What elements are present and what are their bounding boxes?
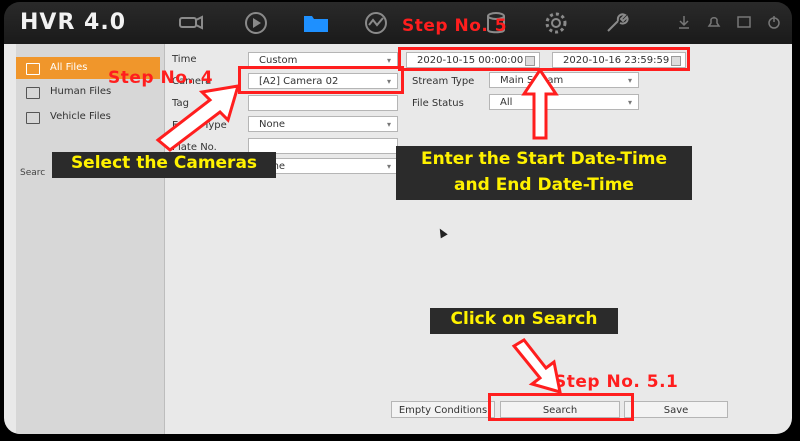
camera-icon[interactable]: [176, 10, 204, 36]
chevron-down-icon: ▾: [627, 98, 632, 107]
time-label: Time: [172, 54, 197, 65]
sidebar-item-vehicle-files[interactable]: Vehicle Files: [16, 106, 160, 128]
system-icons: [676, 14, 782, 34]
chart-icon[interactable]: [362, 10, 390, 36]
chevron-down-icon: ▾: [386, 162, 391, 171]
save-button[interactable]: Save: [624, 401, 728, 418]
power-icon[interactable]: [766, 14, 782, 30]
folder-icon: [26, 63, 40, 75]
file-status-label: File Status: [412, 98, 464, 109]
file-status-select[interactable]: All ▾: [489, 94, 639, 110]
human-file-icon: [26, 87, 40, 99]
video-frame: HVR 4.0 All Files Human Files Vehicle Fi…: [0, 0, 800, 441]
arrow-to-camera-icon: [155, 84, 241, 152]
step5-annotation: Step No. 5: [402, 16, 508, 36]
enter-dates-callout: Enter the Start Date-Time and End Date-T…: [396, 146, 692, 200]
wrench-icon[interactable]: [602, 10, 630, 36]
gear-icon[interactable]: [542, 10, 570, 36]
download-icon[interactable]: [676, 14, 692, 30]
select-cameras-callout: Select the Cameras: [52, 152, 276, 178]
sidebar-search-label: Searc: [20, 168, 46, 178]
click-search-callout: Click on Search: [430, 308, 618, 334]
camera-highlight-box: [238, 66, 404, 94]
top-nav-bar: HVR 4.0: [4, 2, 792, 44]
search-highlight-box: [488, 393, 634, 421]
playback-icon[interactable]: [242, 10, 270, 36]
stream-type-select[interactable]: Main Stream▾: [489, 72, 639, 88]
chevron-down-icon: ▾: [386, 120, 391, 129]
event-type-select[interactable]: None ▾: [248, 116, 398, 132]
step51-annotation: Step No. 5.1: [554, 372, 679, 392]
bell-icon[interactable]: [706, 14, 722, 30]
vehicle-file-icon: [26, 112, 40, 124]
chevron-down-icon: ▾: [627, 76, 632, 85]
file-type-sidebar: All Files Human Files Vehicle Files Sear…: [16, 44, 165, 434]
monitor-screen: HVR 4.0 All Files Human Files Vehicle Fi…: [4, 2, 792, 434]
stream-type-label: Stream Type: [412, 76, 475, 87]
tag-input[interactable]: [248, 95, 398, 111]
minimize-icon[interactable]: [736, 14, 752, 30]
empty-conditions-button[interactable]: Empty Conditions: [391, 401, 495, 418]
arrow-to-search-icon: [511, 338, 562, 395]
folder-icon[interactable]: [302, 10, 330, 36]
app-logo: HVR 4.0: [20, 10, 127, 35]
arrow-to-datetime-icon: [521, 68, 559, 140]
mouse-cursor-icon: [436, 226, 448, 239]
